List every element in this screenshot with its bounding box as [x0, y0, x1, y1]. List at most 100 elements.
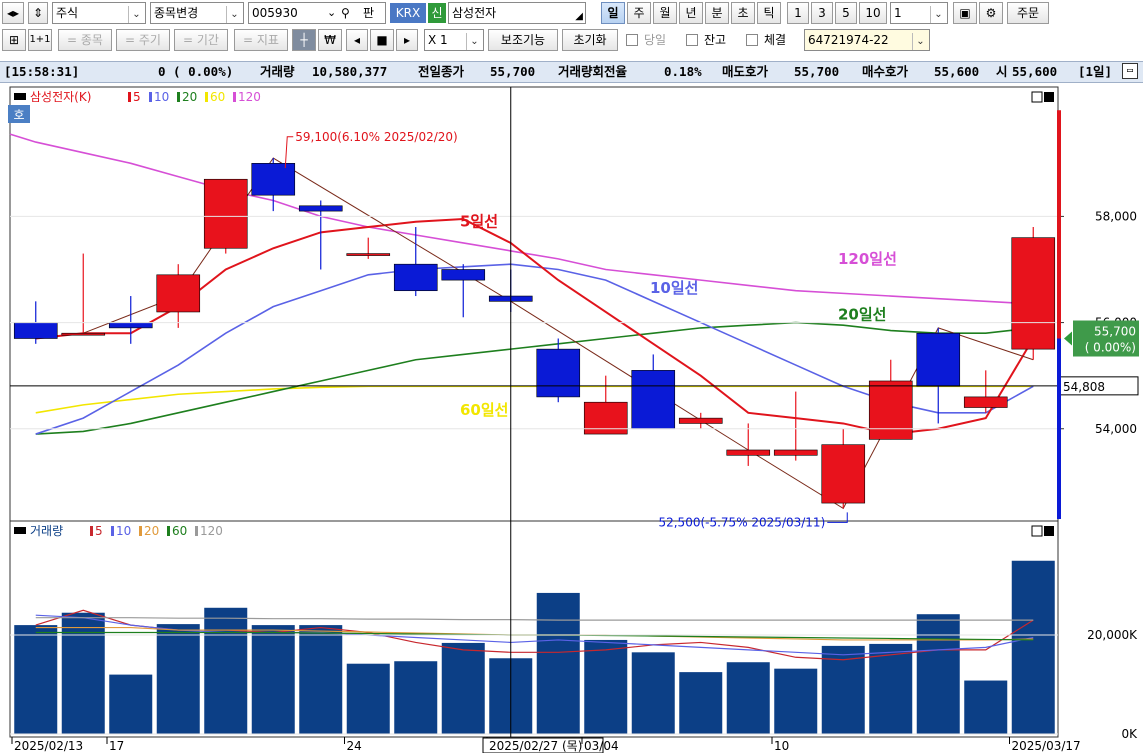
- legend-ma-5-label: 5: [95, 524, 103, 538]
- candle-body[interactable]: [583, 401, 628, 435]
- maximize-icon[interactable]: [1031, 525, 1043, 537]
- candle-body[interactable]: [156, 274, 201, 313]
- price-range-bar-up: [1057, 110, 1061, 339]
- legend-ma-20-marker: [177, 92, 180, 102]
- arrows-lr-icon[interactable]: ◂▸: [2, 2, 24, 24]
- resize-corner-icon: ◢: [575, 11, 583, 22]
- candle-body[interactable]: [203, 178, 248, 249]
- candle-body[interactable]: [536, 348, 581, 398]
- maximize-icon[interactable]: [1031, 91, 1043, 103]
- candle-body[interactable]: [298, 205, 343, 212]
- multiplier-value: X 1: [428, 33, 448, 47]
- order-button[interactable]: 주문: [1007, 2, 1049, 24]
- candle-body[interactable]: [393, 263, 438, 292]
- legend-volume-name: 거래량: [30, 524, 63, 538]
- high-annotation: 59,100(6.10% 2025/02/20): [295, 130, 457, 144]
- period-week-button[interactable]: 주: [627, 2, 651, 24]
- x-tick-label: 10: [774, 739, 789, 753]
- candle-body[interactable]: [868, 380, 913, 440]
- legend-ma-20-label: 20: [182, 90, 197, 104]
- volume-bar: [1011, 560, 1055, 734]
- candle-body[interactable]: [13, 322, 58, 339]
- candle-body[interactable]: [108, 322, 153, 329]
- candle-body[interactable]: [631, 370, 676, 430]
- crosshair-icon[interactable]: ┼: [292, 29, 316, 51]
- stop-icon[interactable]: ■: [370, 29, 394, 51]
- volume-bar: [964, 680, 1008, 734]
- stock-name-field[interactable]: 삼성전자 ◢: [448, 2, 586, 24]
- today-checkbox[interactable]: [626, 34, 638, 46]
- candle-body[interactable]: [61, 332, 106, 336]
- stock-chart[interactable]: 54,00056,00058,0000K20,000K 2025/02/1317…: [0, 84, 1143, 753]
- legend-ma-120-marker: [233, 92, 236, 102]
- minute-5-button[interactable]: 5: [835, 2, 857, 24]
- legend-ma-10-label: 10: [154, 90, 169, 104]
- multiplier-select[interactable]: X 1 ⌄: [424, 29, 484, 51]
- bid-value: 55,600: [934, 64, 980, 79]
- ma120-label: 120일선: [838, 250, 897, 268]
- change-stock-select[interactable]: 종목변경 ⌄: [150, 2, 244, 24]
- volume-bar: [916, 614, 960, 734]
- arrows-ud-icon[interactable]: ⇕: [28, 2, 48, 24]
- scroll-right-icon[interactable]: ▸: [396, 29, 418, 51]
- market-value: 주식: [56, 6, 79, 20]
- stock-code-input[interactable]: 005930 ⌄ ⚲ 판: [248, 2, 386, 24]
- indicator-tool-button[interactable]: = 지표: [234, 29, 288, 51]
- balance-checkbox[interactable]: [686, 34, 698, 46]
- main-toolbar: ◂▸ ⇕ 주식 ⌄ 종목변경 ⌄ 005930 ⌄ ⚲ 판 KRX 신 삼성전자…: [0, 0, 1143, 26]
- grid-icon[interactable]: ⊞: [2, 29, 26, 51]
- won-button[interactable]: ₩: [318, 29, 342, 51]
- period-second-button[interactable]: 초: [731, 2, 755, 24]
- gear-icon[interactable]: ⚙: [979, 2, 1003, 24]
- time-text: [15:58:31]: [4, 64, 80, 79]
- volume-bar: [156, 624, 200, 734]
- search-icon[interactable]: ⚲: [341, 3, 350, 23]
- layout-button[interactable]: 1+1: [28, 29, 52, 51]
- chevron-down-icon: ⌄: [128, 6, 144, 23]
- candle-body[interactable]: [441, 269, 486, 281]
- legend-ma-60-label: 60: [210, 90, 225, 104]
- candle-body[interactable]: [251, 163, 296, 196]
- period-month-button[interactable]: 월: [653, 2, 677, 24]
- volume-bar: [584, 639, 628, 734]
- reset-button[interactable]: 초기화: [562, 29, 618, 51]
- restore-icon[interactable]: ▭: [1122, 63, 1138, 79]
- minute-1-button[interactable]: 1: [787, 2, 809, 24]
- volume-bar: [679, 672, 723, 734]
- account-value: 64721974-22: [808, 33, 889, 47]
- legend-price-name-text: 삼성전자(K): [30, 90, 91, 104]
- volume-bar: [61, 612, 105, 734]
- close-icon[interactable]: [1044, 92, 1054, 102]
- aux-function-button[interactable]: 보조기능: [488, 29, 558, 51]
- x-tick-label: 2025/03/17: [1012, 739, 1081, 753]
- chart-toolbar: ⊞ 1+1 = 종목 = 주기 = 기간 = 지표 ┼ ₩ ◂ ■ ▸ X 1 …: [0, 27, 1143, 53]
- candle-body[interactable]: [678, 417, 723, 424]
- low-annotation: 52,500(-5.75% 2025/03/11): [658, 515, 825, 529]
- cycle-tool-button[interactable]: = 주기: [116, 29, 170, 51]
- current-price-label: 55,700: [1094, 325, 1136, 339]
- minute-3-button[interactable]: 3: [811, 2, 833, 24]
- fill-checkbox[interactable]: [746, 34, 758, 46]
- range-tool-button[interactable]: = 기간: [174, 29, 228, 51]
- balance-label: 잔고: [704, 33, 727, 47]
- candle-body[interactable]: [916, 332, 961, 387]
- period-year-button[interactable]: 년: [679, 2, 703, 24]
- stock-tool-button[interactable]: = 종목: [58, 29, 112, 51]
- period-minute-button[interactable]: 분: [705, 2, 729, 24]
- interval-select[interactable]: 1 ⌄: [890, 2, 948, 24]
- scroll-left-icon[interactable]: ◂: [346, 29, 368, 51]
- candle-body[interactable]: [963, 396, 1008, 408]
- candle-body[interactable]: [726, 449, 771, 456]
- candle-body[interactable]: [773, 449, 818, 456]
- candle-body[interactable]: [1011, 237, 1056, 350]
- candle-body[interactable]: [821, 444, 866, 504]
- account-select[interactable]: 64721974-22 ⌄: [804, 29, 930, 51]
- close-icon[interactable]: [1044, 526, 1054, 536]
- candle-body[interactable]: [346, 253, 391, 256]
- period-day-button[interactable]: 일: [601, 2, 625, 24]
- minute-10-button[interactable]: 10: [859, 2, 887, 24]
- save-icon[interactable]: ▣: [953, 2, 977, 24]
- volume-value: 10,580,377: [312, 64, 388, 79]
- market-select[interactable]: 주식 ⌄: [52, 2, 146, 24]
- period-tick-button[interactable]: 틱: [757, 2, 781, 24]
